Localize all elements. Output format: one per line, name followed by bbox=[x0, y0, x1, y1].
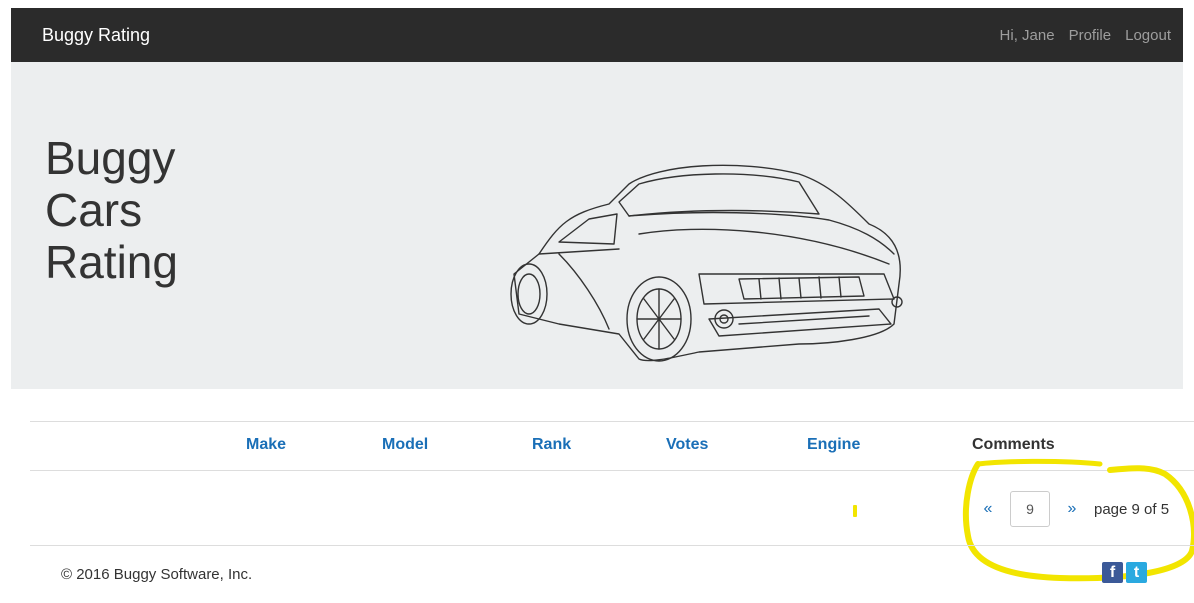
user-greeting: Hi, Jane bbox=[999, 26, 1055, 44]
social-links: f t bbox=[1102, 562, 1147, 583]
car-illustration bbox=[510, 164, 903, 362]
hero-title-line: Rating bbox=[45, 236, 178, 288]
column-header-model[interactable]: Model bbox=[382, 436, 428, 454]
page-status-text: page 9 of 5 bbox=[1094, 500, 1170, 518]
pagination: « » page 9 of 5 bbox=[970, 490, 1169, 528]
previous-page-button[interactable]: « bbox=[978, 500, 998, 518]
column-header-votes[interactable]: Votes bbox=[666, 436, 708, 454]
page-number-input[interactable] bbox=[1010, 491, 1050, 527]
hero-title-line: Cars bbox=[45, 184, 143, 236]
facebook-icon[interactable]: f bbox=[1102, 562, 1123, 583]
twitter-icon[interactable]: t bbox=[1126, 562, 1147, 583]
table-header-row: Make Model Rank Votes Engine Comments bbox=[0, 436, 1194, 458]
nav-right: Hi, Jane Profile Logout bbox=[1000, 27, 1171, 44]
column-header-make[interactable]: Make bbox=[246, 436, 286, 454]
hero-title-line: Buggy bbox=[45, 132, 176, 184]
hero-title: Buggy Cars Rating bbox=[45, 132, 305, 288]
column-header-engine[interactable]: Engine bbox=[807, 436, 860, 454]
footer-rule bbox=[30, 545, 1194, 546]
top-navbar: Buggy Rating Hi, Jane Profile Logout bbox=[11, 8, 1183, 62]
column-header-comments: Comments bbox=[972, 436, 1055, 453]
hero-banner: Buggy Cars Rating bbox=[11, 62, 1183, 389]
column-header-rank[interactable]: Rank bbox=[532, 436, 571, 454]
logout-link[interactable]: Logout bbox=[1125, 27, 1171, 44]
table-header-rule bbox=[30, 470, 1194, 471]
annotation-mark bbox=[853, 505, 857, 517]
footer-copyright: © 2016 Buggy Software, Inc. bbox=[61, 566, 253, 583]
profile-link[interactable]: Profile bbox=[1069, 27, 1112, 44]
brand-link[interactable]: Buggy Rating bbox=[42, 25, 150, 46]
table-top-rule bbox=[30, 421, 1194, 422]
next-page-button[interactable]: » bbox=[1062, 500, 1082, 518]
